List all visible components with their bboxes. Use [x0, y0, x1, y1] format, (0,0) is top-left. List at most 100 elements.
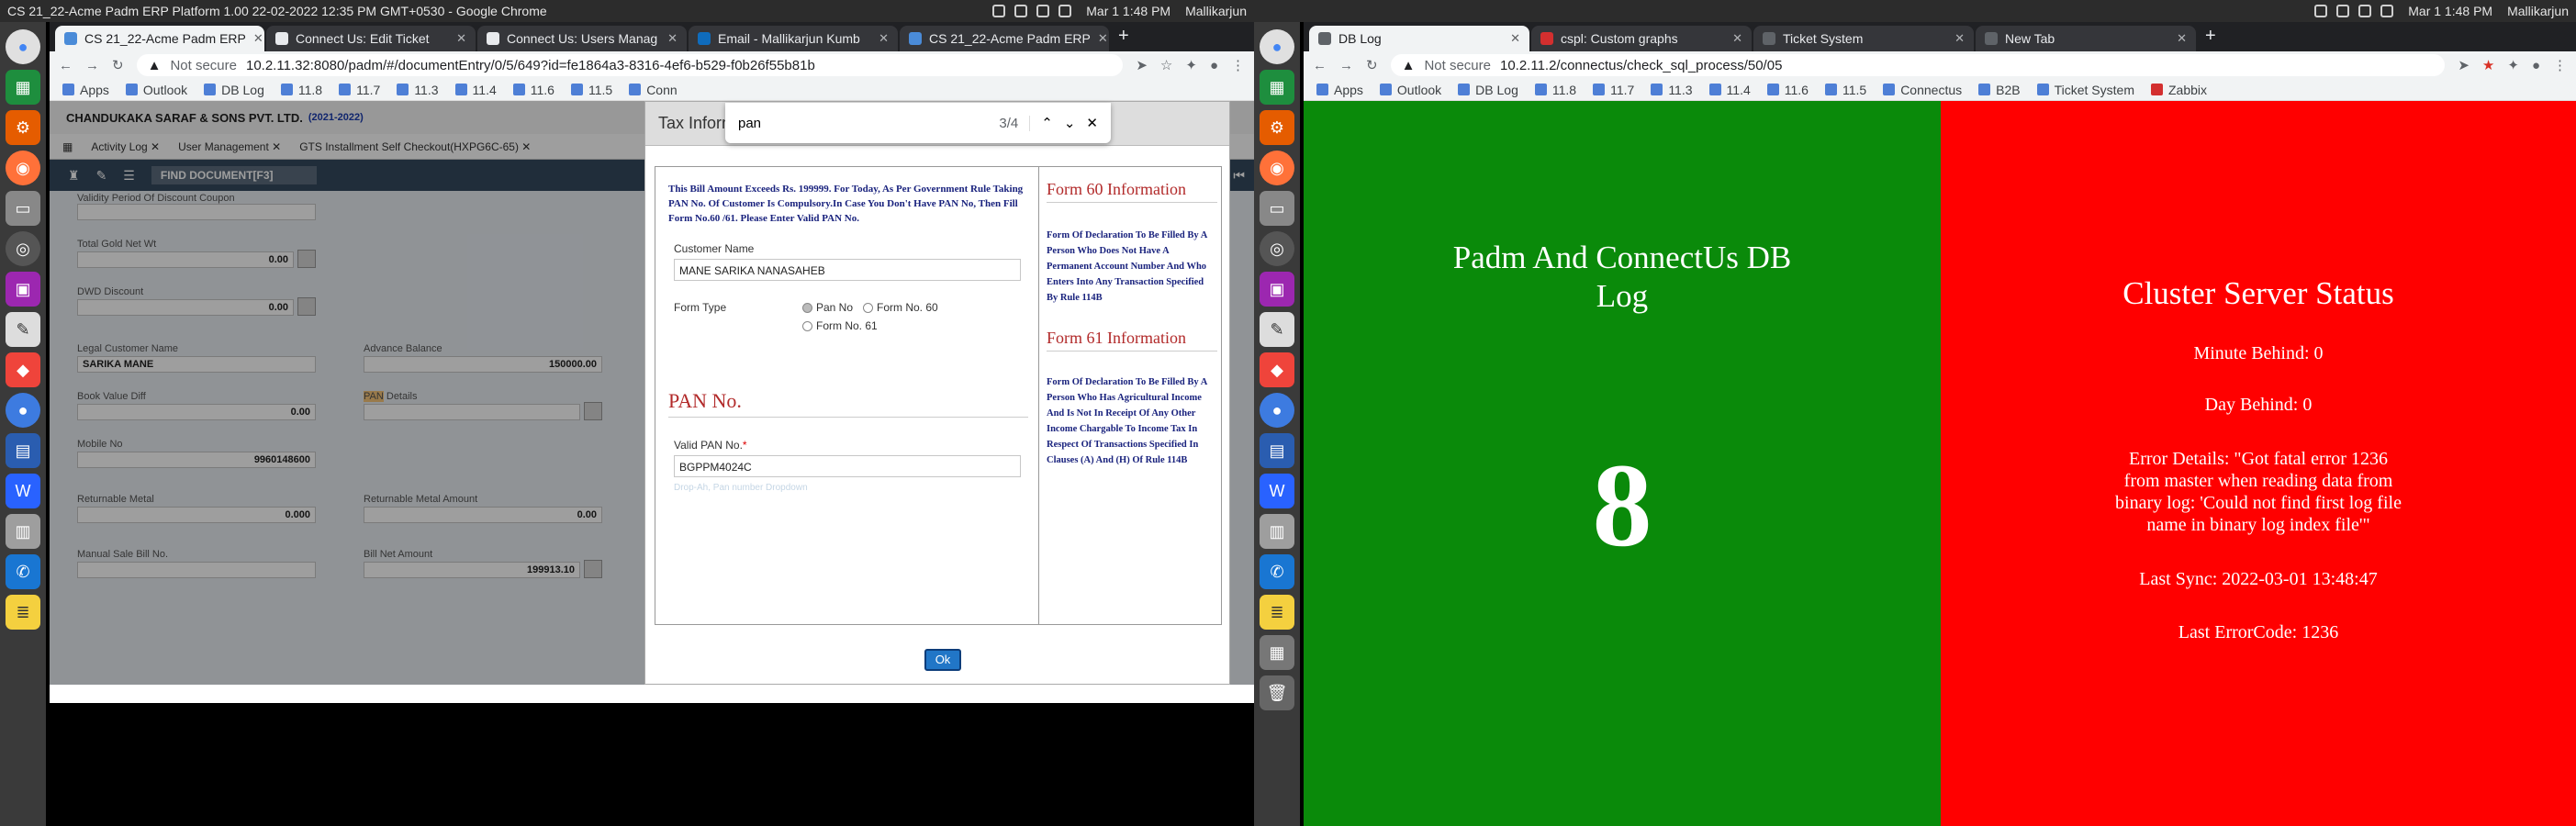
close-icon[interactable]: ✕ [1098, 31, 1108, 46]
notes-icon[interactable]: ≣ [1260, 595, 1294, 630]
user-name[interactable]: Mallikarjun [2507, 4, 2569, 18]
find-prev-icon[interactable]: ⌃ [1041, 115, 1053, 131]
reload-icon[interactable]: ↻ [112, 57, 124, 73]
wifi-icon[interactable] [1036, 5, 1050, 17]
bookmark-dblog[interactable]: DB Log [1458, 83, 1518, 97]
profile-icon[interactable]: ● [2532, 58, 2540, 73]
bookmark-apps[interactable]: Apps [1316, 83, 1363, 97]
system-tray[interactable] [992, 5, 1072, 17]
bookmark-11-5[interactable]: 11.5 [1824, 83, 1866, 97]
firefox-icon[interactable]: ◉ [1260, 151, 1294, 185]
close-icon[interactable]: ✕ [1954, 31, 1965, 46]
clock[interactable]: Mar 1 1:48 PM [2408, 4, 2492, 18]
new-tab-button[interactable]: + [2198, 26, 2223, 51]
bookmark-11-3[interactable]: 11.3 [397, 83, 439, 97]
extensions-icon[interactable]: ✦ [2507, 57, 2519, 73]
radio-pan[interactable]: Pan No [802, 301, 853, 314]
address-bar[interactable]: ▲ Not secure 10.2.11.32:8080/padm/#/docu… [136, 54, 1124, 76]
anydesk-icon[interactable]: ◆ [6, 352, 40, 387]
tab-users[interactable]: Connect Us: Users Manag ✕ [477, 26, 687, 51]
user-name[interactable]: Mallikarjun [1185, 4, 1247, 18]
bookmark-apps[interactable]: Apps [62, 83, 109, 97]
tab-dblog[interactable]: DB Log ✕ [1309, 26, 1529, 51]
find-input[interactable]: pan [738, 116, 988, 131]
wifi-icon[interactable] [2358, 5, 2372, 17]
wps-icon[interactable]: W [6, 474, 40, 508]
bookmark-11-4[interactable]: 11.4 [1708, 83, 1751, 97]
tray-icon[interactable] [2336, 5, 2350, 17]
clock[interactable]: Mar 1 1:48 PM [1086, 4, 1170, 18]
back-icon[interactable]: ← [59, 58, 73, 73]
spreadsheet-icon[interactable]: ▦ [6, 70, 40, 105]
wps-icon[interactable]: W [1260, 474, 1294, 508]
tab-custom-graphs[interactable]: cspl: Custom graphs ✕ [1531, 26, 1752, 51]
forward-icon[interactable]: → [85, 58, 99, 73]
notes-icon[interactable]: ≣ [6, 595, 40, 630]
share-icon[interactable]: ➤ [2458, 57, 2470, 73]
system-tray[interactable] [2314, 5, 2394, 17]
ok-button[interactable]: Ok [924, 649, 961, 671]
anydesk-icon[interactable]: ◆ [1260, 352, 1294, 387]
tab-erp[interactable]: CS 21_22-Acme Padm ERP ✕ [55, 26, 264, 51]
tab-new[interactable]: New Tab ✕ [1976, 26, 2196, 51]
volume-icon[interactable] [2380, 5, 2394, 17]
chromium-icon[interactable]: ● [6, 393, 40, 428]
tab-erp-2[interactable]: CS 21_22-Acme Padm ERP ✕ [900, 26, 1109, 51]
new-tab-button[interactable]: + [1111, 26, 1137, 51]
bookmark-11-6[interactable]: 11.6 [1766, 83, 1809, 97]
back-icon[interactable]: ← [1313, 58, 1327, 73]
spreadsheet-icon[interactable]: ▦ [1260, 70, 1294, 105]
bookmark-11-4[interactable]: 11.4 [454, 83, 497, 97]
remote-icon[interactable]: ▤ [1260, 433, 1294, 468]
tab-ticket-system[interactable]: Ticket System ✕ [1753, 26, 1974, 51]
tray-icon[interactable] [1014, 5, 1028, 17]
settings-icon[interactable]: ⚙ [6, 110, 40, 145]
tab-edit-ticket[interactable]: Connect Us: Edit Ticket ✕ [266, 26, 476, 51]
radio-form-61[interactable]: Form No. 61 [802, 319, 878, 332]
bookmark-conn[interactable]: Conn [629, 83, 678, 97]
chrome-icon[interactable]: ● [6, 29, 40, 64]
url-text[interactable]: 10.2.11.32:8080/padm/#/documentEntry/0/5… [246, 58, 815, 73]
bookmark-11-7[interactable]: 11.7 [1593, 83, 1634, 97]
bookmark-11-7[interactable]: 11.7 [339, 83, 380, 97]
remote-icon[interactable]: ▤ [6, 433, 40, 468]
pan-dropdown-link[interactable]: Drop-Ah, Pan number Dropdown [674, 483, 808, 493]
url-text[interactable]: 10.2.11.2/connectus/check_sql_process/50… [1500, 58, 1782, 73]
bookmark-outlook[interactable]: Outlook [125, 83, 187, 97]
tab-email[interactable]: Email - Mallikarjun Kumb ✕ [689, 26, 898, 51]
menu-icon[interactable]: ⋮ [2553, 57, 2567, 73]
close-icon[interactable]: ✕ [667, 31, 678, 46]
chrome-icon[interactable]: ● [1260, 29, 1294, 64]
bookmark-11-5[interactable]: 11.5 [570, 83, 612, 97]
bookmark-dblog[interactable]: DB Log [204, 83, 264, 97]
extensions-icon[interactable]: ✦ [1185, 57, 1197, 73]
tray-icon[interactable] [992, 5, 1006, 17]
close-icon[interactable]: ✕ [1510, 31, 1520, 46]
close-icon[interactable]: ✕ [253, 31, 263, 46]
find-close-icon[interactable]: ✕ [1086, 115, 1098, 131]
bookmark-11-8[interactable]: 11.8 [1534, 83, 1576, 97]
firefox-icon[interactable]: ◉ [6, 151, 40, 185]
reload-icon[interactable]: ↻ [1366, 57, 1378, 73]
settings-icon[interactable]: ⚙ [1260, 110, 1294, 145]
phone-icon[interactable]: ✆ [1260, 554, 1294, 589]
archive-icon[interactable]: ▥ [1260, 514, 1294, 549]
bookmark-ticket-system[interactable]: Ticket System [2036, 83, 2134, 97]
bookmark-star-icon[interactable]: ★ [2482, 57, 2494, 73]
address-bar[interactable]: ▲ Not secure 10.2.11.2/connectus/check_s… [1390, 54, 2446, 76]
bookmark-outlook[interactable]: Outlook [1379, 83, 1441, 97]
volume-icon[interactable] [1058, 5, 1072, 17]
find-next-icon[interactable]: ⌄ [1064, 115, 1076, 131]
drive-icon[interactable]: ▭ [1260, 191, 1294, 226]
pan-input[interactable]: BGPPM4024C [674, 455, 1021, 477]
bookmark-star-icon[interactable]: ☆ [1160, 57, 1172, 73]
editor-icon[interactable]: ✎ [1260, 312, 1294, 347]
tray-icon[interactable] [2314, 5, 2328, 17]
bookmark-11-6[interactable]: 11.6 [512, 83, 554, 97]
disc-icon[interactable]: ◎ [1260, 231, 1294, 266]
trash-icon[interactable]: 🗑 [1260, 675, 1294, 710]
radio-form-60[interactable]: Form No. 60 [863, 301, 938, 314]
bookmark-connectus[interactable]: Connectus [1883, 83, 1962, 97]
close-icon[interactable]: ✕ [456, 31, 466, 46]
drive-icon[interactable]: ▭ [6, 191, 40, 226]
